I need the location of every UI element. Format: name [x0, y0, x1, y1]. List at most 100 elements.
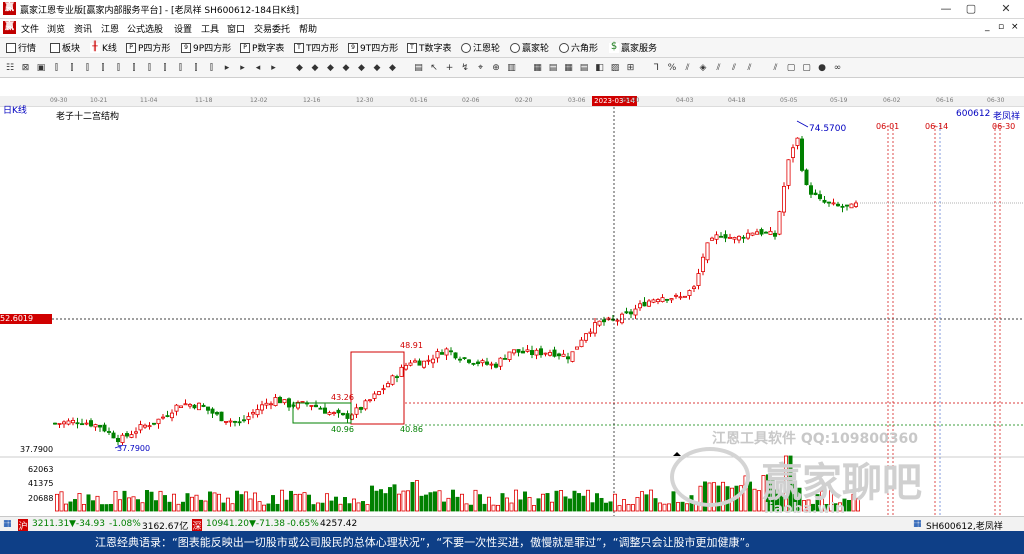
tool-icon-49[interactable]: ●	[816, 62, 828, 74]
tool-icon-16[interactable]: ◂	[252, 62, 264, 74]
tool-icon-46[interactable]: ⫽	[770, 62, 782, 74]
tool-icon-39[interactable]: ⅂	[651, 62, 663, 74]
menu-file[interactable]: 文件	[21, 22, 39, 35]
tool-icon-27[interactable]: +	[444, 62, 456, 74]
toolbar-9t-square-button[interactable]: 9 9T四方形	[348, 41, 398, 54]
tool-icon-31[interactable]: ▥	[506, 62, 518, 74]
candle-body	[205, 406, 210, 411]
tool-icon-15[interactable]: ▸	[237, 62, 249, 74]
toolbar-gann-wheel-button[interactable]: 江恩轮	[461, 41, 500, 54]
tool-icon-33[interactable]: ▤	[547, 62, 559, 74]
tool-icon-34[interactable]: ▦	[563, 62, 575, 74]
tool-icon-3[interactable]: ⫿	[51, 62, 63, 74]
toolbar-hexagon-button[interactable]: 六角形	[559, 41, 598, 54]
candle-body	[358, 407, 363, 410]
tool-icon-28[interactable]: ↯	[459, 62, 471, 74]
candle-body	[507, 351, 512, 360]
toolbar-sector-button[interactable]: 板块	[50, 41, 80, 54]
service-icon: $	[609, 40, 619, 53]
sz-index-pct: -0.65%	[287, 519, 319, 529]
tool-icon-6[interactable]: ⫿	[97, 62, 109, 74]
toolbar-p-table-button[interactable]: P P数字表	[240, 41, 284, 54]
toolbar-winner-wheel-button[interactable]: 赢家轮	[510, 41, 549, 54]
box-icon[interactable]: ▣	[35, 62, 47, 74]
tool-icon-38[interactable]: ⊞	[625, 62, 637, 74]
toolbar-kline-button[interactable]: ╫ K线	[90, 41, 117, 54]
tool-icon-41[interactable]: ⫽	[682, 62, 694, 74]
tool-icon-20[interactable]: ◆	[325, 62, 337, 74]
tool-icon-17[interactable]: ▸	[268, 62, 280, 74]
menu-gann[interactable]: 江恩	[101, 22, 119, 35]
minimize-button[interactable]: —	[935, 1, 957, 16]
candle-body	[151, 422, 156, 425]
menu-tools[interactable]: 工具	[201, 22, 219, 35]
tool-icon-9[interactable]: ⫿	[144, 62, 156, 74]
restore-button[interactable]: ▢	[960, 1, 982, 16]
sh-index-value[interactable]: 3211.31	[32, 519, 69, 529]
tool-icon-32[interactable]: ▦	[532, 62, 544, 74]
menu-formula[interactable]: 公式选股	[127, 22, 163, 35]
tool-icon-5[interactable]: ⫿	[82, 62, 94, 74]
tool-icon-26[interactable]: ↖	[428, 62, 440, 74]
tool-icon-47[interactable]: ▢	[785, 62, 797, 74]
mdi-close-button[interactable]: ×	[1011, 22, 1019, 32]
toolbar-9p-square-button[interactable]: 9 9P四方形	[181, 41, 231, 54]
tool-icon-30[interactable]: ⊕	[490, 62, 502, 74]
tool-icon-37[interactable]: ▨	[609, 62, 621, 74]
low-price-label: 37.7900	[117, 444, 151, 453]
tool-icon-48[interactable]: ▢	[801, 62, 813, 74]
tool-icon-8[interactable]: ⫿	[128, 62, 140, 74]
toolbar-t-square-button[interactable]: T T四方形	[294, 41, 339, 54]
tool-icon-23[interactable]: ◆	[371, 62, 383, 74]
tool-icon-36[interactable]: ◧	[594, 62, 606, 74]
tool-icon-35[interactable]: ▤	[578, 62, 590, 74]
menu-help[interactable]: 帮助	[299, 22, 317, 35]
toolbar-p-square-button[interactable]: P P四方形	[126, 41, 170, 54]
tool-icon-19[interactable]: ◆	[309, 62, 321, 74]
tool-icon-10[interactable]: ⫿	[159, 62, 171, 74]
tool-icon-22[interactable]: ◆	[356, 62, 368, 74]
volume-bar	[329, 500, 334, 512]
toolbar-service-button[interactable]: $ 赢家服务	[609, 41, 657, 54]
tool-icon-24[interactable]: ◆	[387, 62, 399, 74]
tool-icon-42[interactable]: ◈	[697, 62, 709, 74]
tool-icon-25[interactable]: ▤	[413, 62, 425, 74]
toolbar-quotes-button[interactable]: 行情	[6, 41, 36, 54]
close-button[interactable]: ✕	[995, 1, 1017, 16]
tool-icon-13[interactable]: ⫿	[206, 62, 218, 74]
zoom-icon[interactable]: ⊠	[20, 62, 32, 74]
tool-icon-18[interactable]: ◆	[294, 62, 306, 74]
menu-window[interactable]: 窗口	[227, 22, 245, 35]
menu-icon[interactable]: ☷	[4, 62, 16, 74]
tool-icon-21[interactable]: ◆	[340, 62, 352, 74]
tool-icon-14[interactable]: ▸	[221, 62, 233, 74]
tool-icon-12[interactable]: ⫿	[190, 62, 202, 74]
date-tick: 01-16	[410, 97, 428, 104]
menu-browse[interactable]: 浏览	[47, 22, 65, 35]
candle-body	[818, 194, 823, 200]
mdi-restore-button[interactable]: ▫	[998, 22, 1004, 32]
tool-icon-29[interactable]: ⌖	[475, 62, 487, 74]
mdi-minimize-button[interactable]: _	[985, 22, 990, 32]
candle-body	[615, 319, 620, 322]
tool-icon-43[interactable]: ⫽	[713, 62, 725, 74]
volume-bar	[333, 496, 338, 512]
candle-body	[813, 192, 818, 196]
toolbar-t-table-button[interactable]: T T数字表	[407, 41, 452, 54]
tool-icon-4[interactable]: ⫿	[66, 62, 78, 74]
volume-bar	[297, 493, 302, 512]
candle-body	[403, 364, 408, 370]
toolbar-label: 赢家轮	[522, 44, 550, 54]
candle-body	[831, 202, 836, 205]
tool-icon-50[interactable]: ∞	[832, 62, 844, 74]
tool-icon-44[interactable]: ⫽	[728, 62, 740, 74]
tool-icon-45[interactable]: ⫽	[744, 62, 756, 74]
menu-settings[interactable]: 设置	[174, 22, 192, 35]
menu-trade[interactable]: 交易委托	[254, 22, 290, 35]
date-tick: 05-19	[830, 97, 848, 104]
menu-news[interactable]: 资讯	[74, 22, 92, 35]
sz-index-value[interactable]: 10941.20	[206, 519, 249, 529]
tool-icon-7[interactable]: ⫿	[113, 62, 125, 74]
tool-icon-40[interactable]: %	[666, 62, 678, 74]
tool-icon-11[interactable]: ⫿	[175, 62, 187, 74]
